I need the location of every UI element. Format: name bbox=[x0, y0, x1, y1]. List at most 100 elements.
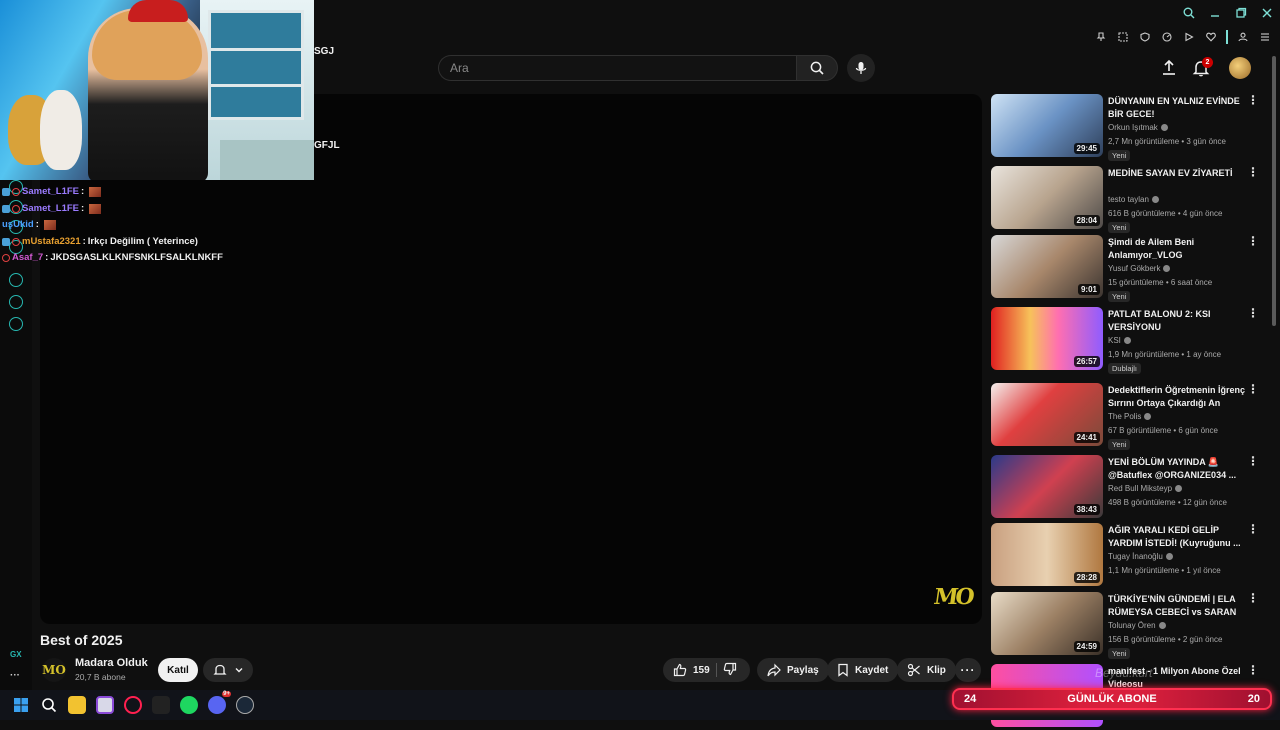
chevron-down-icon bbox=[235, 668, 242, 673]
channel-watermark-logo: MO bbox=[932, 584, 974, 610]
chat-separator: : bbox=[81, 202, 85, 214]
video-thumbnail[interactable]: 9:01 bbox=[991, 235, 1103, 298]
channel-name[interactable]: Madara Olduk bbox=[75, 657, 148, 669]
chat-message: Asaf_7 : JKDSGASLKLKNFSNKLFSALKLNKFF bbox=[2, 250, 223, 267]
restore-icon[interactable] bbox=[1234, 6, 1248, 20]
subscription-bell-button[interactable] bbox=[203, 658, 253, 682]
recommended-video[interactable]: 24:59 TÜRKİYE'NİN GÜNDEMİ | ELA RÜMEYSA C… bbox=[991, 592, 1261, 659]
recommended-channel-name[interactable]: Orkun Işıtmak bbox=[1108, 123, 1168, 132]
recommended-channel-name[interactable]: KSI bbox=[1108, 336, 1131, 345]
more-vertical-icon[interactable]: ⋮ bbox=[1247, 94, 1259, 106]
voice-search-button[interactable] bbox=[847, 54, 875, 82]
chat-separator: : bbox=[45, 252, 49, 263]
video-duration: 26:57 bbox=[1073, 356, 1100, 367]
recommended-channel-name[interactable]: Yusuf Gökberk bbox=[1108, 264, 1171, 273]
recommended-video-title[interactable]: Dedektiflerin Öğretmenin İğrenç Sırrını … bbox=[1108, 384, 1246, 410]
recommended-video-title[interactable]: YENİ BÖLÜM YAYINDA 🚨 @Batuflex @ORGANIZE… bbox=[1108, 456, 1246, 482]
vpn-icon[interactable] bbox=[1138, 30, 1152, 44]
snapshot-icon[interactable] bbox=[1116, 30, 1130, 44]
recommended-video-title[interactable]: MEDİNE SAYAN EV ZİYARETİ bbox=[1108, 167, 1246, 180]
gauge-icon[interactable] bbox=[1160, 30, 1174, 44]
recommended-video-title[interactable]: PATLAT BALONU 2: KSI VERSİYONU bbox=[1108, 308, 1246, 334]
more-vertical-icon[interactable]: ⋮ bbox=[1247, 235, 1259, 247]
recommended-channel-name[interactable]: The Polis bbox=[1108, 412, 1152, 421]
recommended-channel-name[interactable]: Tolunay Ören bbox=[1108, 621, 1166, 630]
recommended-video-title[interactable]: Şimdi de Ailem Beni Anlamıyor_VLOG bbox=[1108, 236, 1246, 262]
windows-start-icon[interactable] bbox=[12, 696, 30, 714]
file-explorer-icon[interactable] bbox=[68, 696, 86, 714]
video-thumbnail[interactable]: 28:04 bbox=[991, 166, 1103, 229]
chat-text: Irkçı Değilim ( Yeterince) bbox=[87, 235, 198, 247]
close-icon[interactable] bbox=[1260, 6, 1274, 20]
subscriber-badge-icon bbox=[2, 204, 10, 213]
recommended-channel-name[interactable]: testo taylan bbox=[1108, 195, 1159, 204]
more-vertical-icon[interactable]: ⋮ bbox=[1247, 307, 1259, 319]
like-button[interactable]: 159 bbox=[673, 663, 710, 677]
share-button[interactable]: Paylaş bbox=[757, 658, 829, 682]
recommended-video-meta: 1,1 Mn görüntüleme • 1 yıl önce bbox=[1108, 566, 1221, 575]
discord-icon[interactable]: 9+ bbox=[208, 691, 231, 714]
more-vertical-icon[interactable]: ⋮ bbox=[1247, 455, 1259, 467]
heart-icon[interactable] bbox=[1204, 30, 1218, 44]
recommended-video[interactable]: 9:01 Şimdi de Ailem Beni Anlamıyor_VLOG Yu… bbox=[991, 235, 1261, 302]
video-thumbnail[interactable]: 24:59 bbox=[991, 592, 1103, 655]
recommended-video-title[interactable]: AĞIR YARALI KEDİ GELİP YARDIM İSTEDİ! (K… bbox=[1108, 524, 1246, 550]
video-thumbnail[interactable]: 29:45 bbox=[991, 94, 1103, 157]
video-thumbnail[interactable]: 28:28 bbox=[991, 523, 1103, 586]
more-vertical-icon[interactable]: ⋮ bbox=[1247, 523, 1259, 535]
extension-bar bbox=[1094, 30, 1272, 44]
video-duration: 29:45 bbox=[1073, 143, 1100, 154]
recommended-video[interactable]: 28:28 AĞIR YARALI KEDİ GELİP YARDIM İSTED… bbox=[991, 523, 1261, 589]
recommended-video[interactable]: 29:45 DÜNYANIN EN YALNIZ EVİNDE BİR GECE!… bbox=[991, 94, 1261, 161]
recommended-video[interactable]: 26:57 PATLAT BALONU 2: KSI VERSİYONU KSI 1,… bbox=[991, 307, 1261, 374]
settings-icon[interactable] bbox=[9, 317, 23, 331]
recommended-channel-name[interactable]: Red Bull Miksteyp bbox=[1108, 484, 1183, 493]
dislike-button[interactable] bbox=[723, 662, 737, 679]
channel-avatar[interactable]: MO bbox=[42, 658, 66, 682]
extensions-icon[interactable] bbox=[9, 295, 23, 309]
recommended-video[interactable]: 24:41 Dedektiflerin Öğretmenin İğrenç Sır… bbox=[991, 383, 1261, 450]
recommended-video-title[interactable]: TÜRKİYE'NİN GÜNDEMİ | ELA RÜMEYSA CEBECİ… bbox=[1108, 593, 1246, 619]
search-bar bbox=[438, 55, 838, 81]
more-vertical-icon[interactable]: ⋮ bbox=[1247, 664, 1259, 676]
account-avatar[interactable] bbox=[1229, 57, 1251, 79]
player-icon[interactable] bbox=[1182, 30, 1196, 44]
account-icon[interactable] bbox=[1236, 30, 1250, 44]
spotify-icon[interactable] bbox=[180, 696, 198, 714]
more-vertical-icon[interactable]: ⋮ bbox=[1247, 166, 1259, 178]
recommended-channel-name[interactable]: Tugay İnanoğlu bbox=[1108, 552, 1173, 561]
search-icon[interactable] bbox=[1182, 6, 1196, 20]
video-thumbnail[interactable]: 24:41 bbox=[991, 383, 1103, 446]
recommended-video[interactable]: 38:43 YENİ BÖLÜM YAYINDA 🚨 @Batuflex @ORG… bbox=[991, 455, 1261, 521]
opera-gx-icon[interactable] bbox=[124, 696, 142, 714]
join-button[interactable]: Katıl bbox=[158, 658, 198, 682]
recommended-video-title[interactable]: DÜNYANIN EN YALNIZ EVİNDE BİR GECE! bbox=[1108, 95, 1246, 121]
search-input[interactable] bbox=[438, 55, 796, 81]
chat-message: mUstafa2321 : Irkçı Değilim ( Yeterince) bbox=[2, 234, 223, 251]
minimize-icon[interactable] bbox=[1208, 6, 1222, 20]
sidebar-more-icon[interactable]: ··· bbox=[10, 670, 20, 681]
search-button[interactable] bbox=[796, 55, 838, 81]
create-upload-icon[interactable] bbox=[1160, 59, 1178, 77]
scrollbar[interactable] bbox=[1272, 56, 1276, 326]
snipping-tool-icon[interactable] bbox=[96, 696, 114, 714]
video-duration: 24:59 bbox=[1073, 641, 1100, 652]
history-icon[interactable] bbox=[9, 273, 23, 287]
save-button[interactable]: Kaydet bbox=[827, 658, 899, 682]
gx-logo-icon[interactable]: GX bbox=[10, 650, 22, 659]
search-icon[interactable] bbox=[40, 696, 58, 714]
pin-icon[interactable] bbox=[1094, 30, 1108, 44]
obs-icon[interactable] bbox=[152, 696, 170, 714]
recommended-video[interactable]: 28:04 MEDİNE SAYAN EV ZİYARETİ testo tayla… bbox=[991, 166, 1261, 233]
teddy-bear-image bbox=[40, 90, 82, 170]
video-thumbnail[interactable]: 38:43 bbox=[991, 455, 1103, 518]
video-thumbnail[interactable]: 26:57 bbox=[991, 307, 1103, 370]
more-vertical-icon[interactable]: ⋮ bbox=[1247, 383, 1259, 395]
more-vertical-icon[interactable]: ⋮ bbox=[1247, 592, 1259, 604]
santa-hat-image bbox=[128, 0, 188, 22]
steam-icon[interactable] bbox=[236, 696, 254, 714]
menu-icon[interactable] bbox=[1258, 30, 1272, 44]
more-actions-button[interactable]: ··· bbox=[955, 658, 981, 682]
clip-button[interactable]: Klip bbox=[897, 658, 956, 682]
video-tag-badge: Yeni bbox=[1108, 648, 1131, 659]
